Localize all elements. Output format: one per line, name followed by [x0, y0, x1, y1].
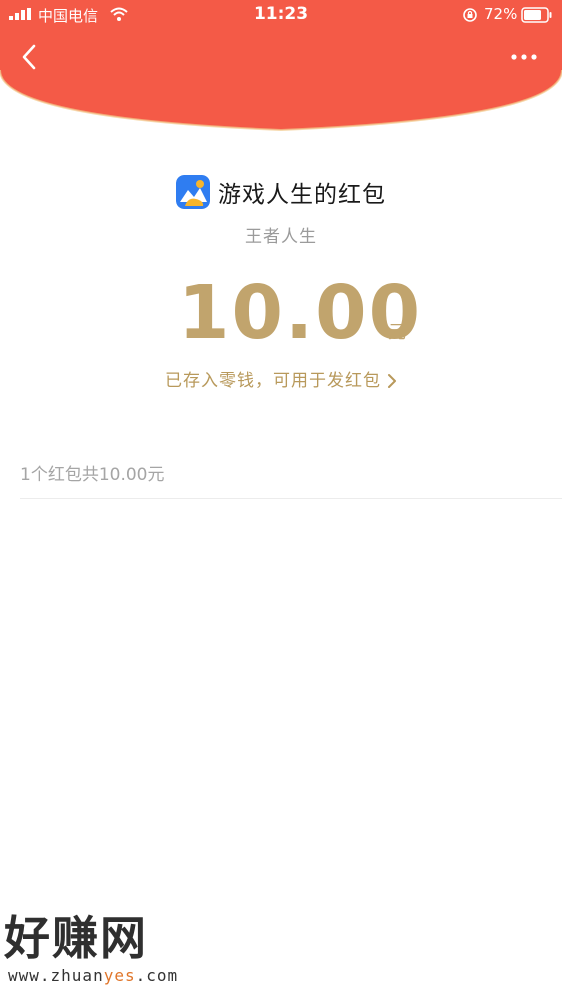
watermark-brand: 好赚网: [4, 911, 148, 965]
stored-to-balance-link[interactable]: 已存入零钱，可用于发红包: [0, 366, 562, 391]
amount-row: 10.00 元: [0, 268, 562, 358]
chevron-left-icon: [22, 44, 36, 70]
packet-summary: 1个红包共10.00元: [20, 465, 165, 485]
amount-value: 10.00: [178, 270, 423, 356]
divider: [20, 498, 562, 499]
game-app-icon: [176, 175, 210, 209]
amount-unit: 元: [388, 322, 406, 343]
more-dots-icon: [511, 54, 537, 60]
rotation-lock-icon: [463, 8, 477, 22]
status-bar: 中国电信 11:23 72%: [0, 0, 562, 30]
stored-to-balance-text: 已存入零钱，可用于发红包: [165, 371, 381, 391]
watermark-url-suffix: .com: [135, 966, 179, 985]
red-packet-title: 游戏人生的红包: [218, 182, 386, 208]
chevron-right-icon: [388, 374, 396, 388]
red-packet-subtitle: 王者人生: [245, 227, 317, 247]
red-packet-title-row: 游戏人生的红包: [0, 172, 562, 212]
battery-percent: 72%: [484, 5, 518, 23]
back-button[interactable]: [14, 40, 44, 74]
watermark-url-accent: yes: [103, 966, 136, 985]
more-button[interactable]: [504, 46, 544, 68]
watermark-url: www.zhuanyes.com: [8, 966, 178, 985]
watermark-url-prefix: www.zhuan: [8, 966, 104, 985]
battery-icon: [521, 7, 552, 23]
